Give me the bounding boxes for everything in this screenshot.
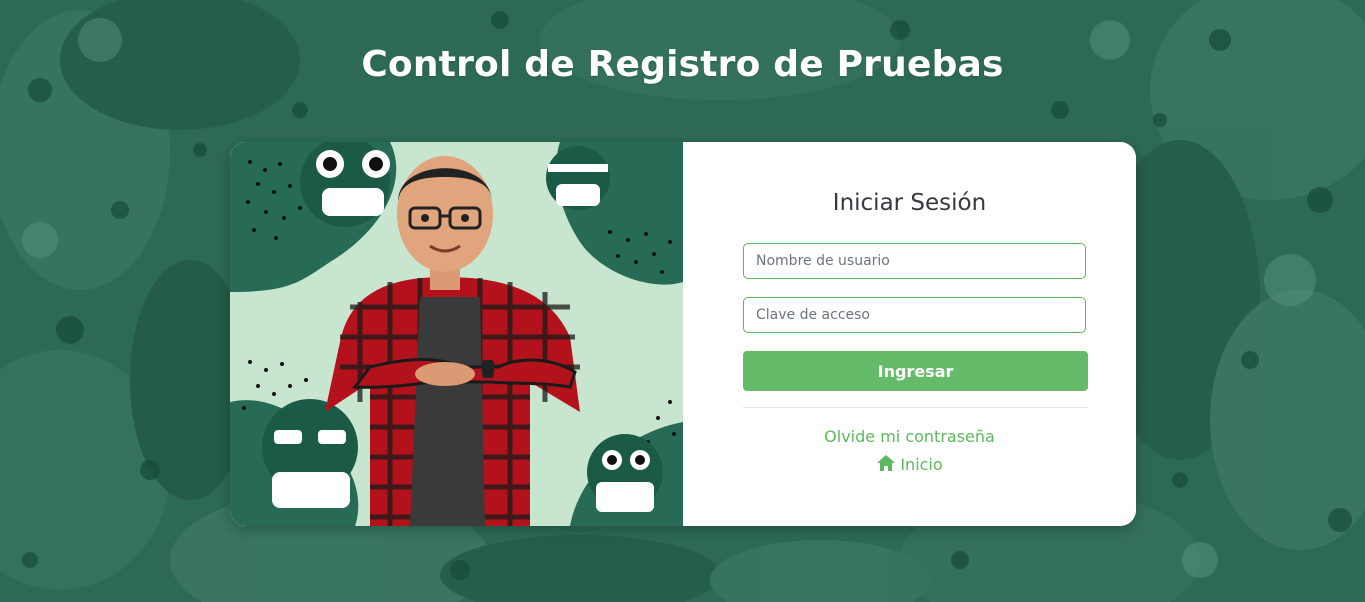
login-heading: Iniciar Sesión <box>832 190 987 216</box>
form-divider <box>743 407 1088 408</box>
home-link[interactable]: Inicio <box>683 454 1136 474</box>
password-input[interactable] <box>743 297 1086 333</box>
login-card: Iniciar Sesión Ingresar Olvide mi contra… <box>230 142 1136 526</box>
covid-character-illustration <box>230 142 683 526</box>
home-link-label: Inicio <box>900 455 943 474</box>
username-input[interactable] <box>743 243 1086 279</box>
forgot-password-link[interactable]: Olvide mi contraseña <box>683 427 1136 446</box>
login-submit-button[interactable]: Ingresar <box>743 351 1088 391</box>
login-form-panel: Iniciar Sesión Ingresar Olvide mi contra… <box>683 142 1136 526</box>
home-icon <box>877 455 896 471</box>
page-title: Control de Registro de Pruebas <box>361 44 1004 85</box>
